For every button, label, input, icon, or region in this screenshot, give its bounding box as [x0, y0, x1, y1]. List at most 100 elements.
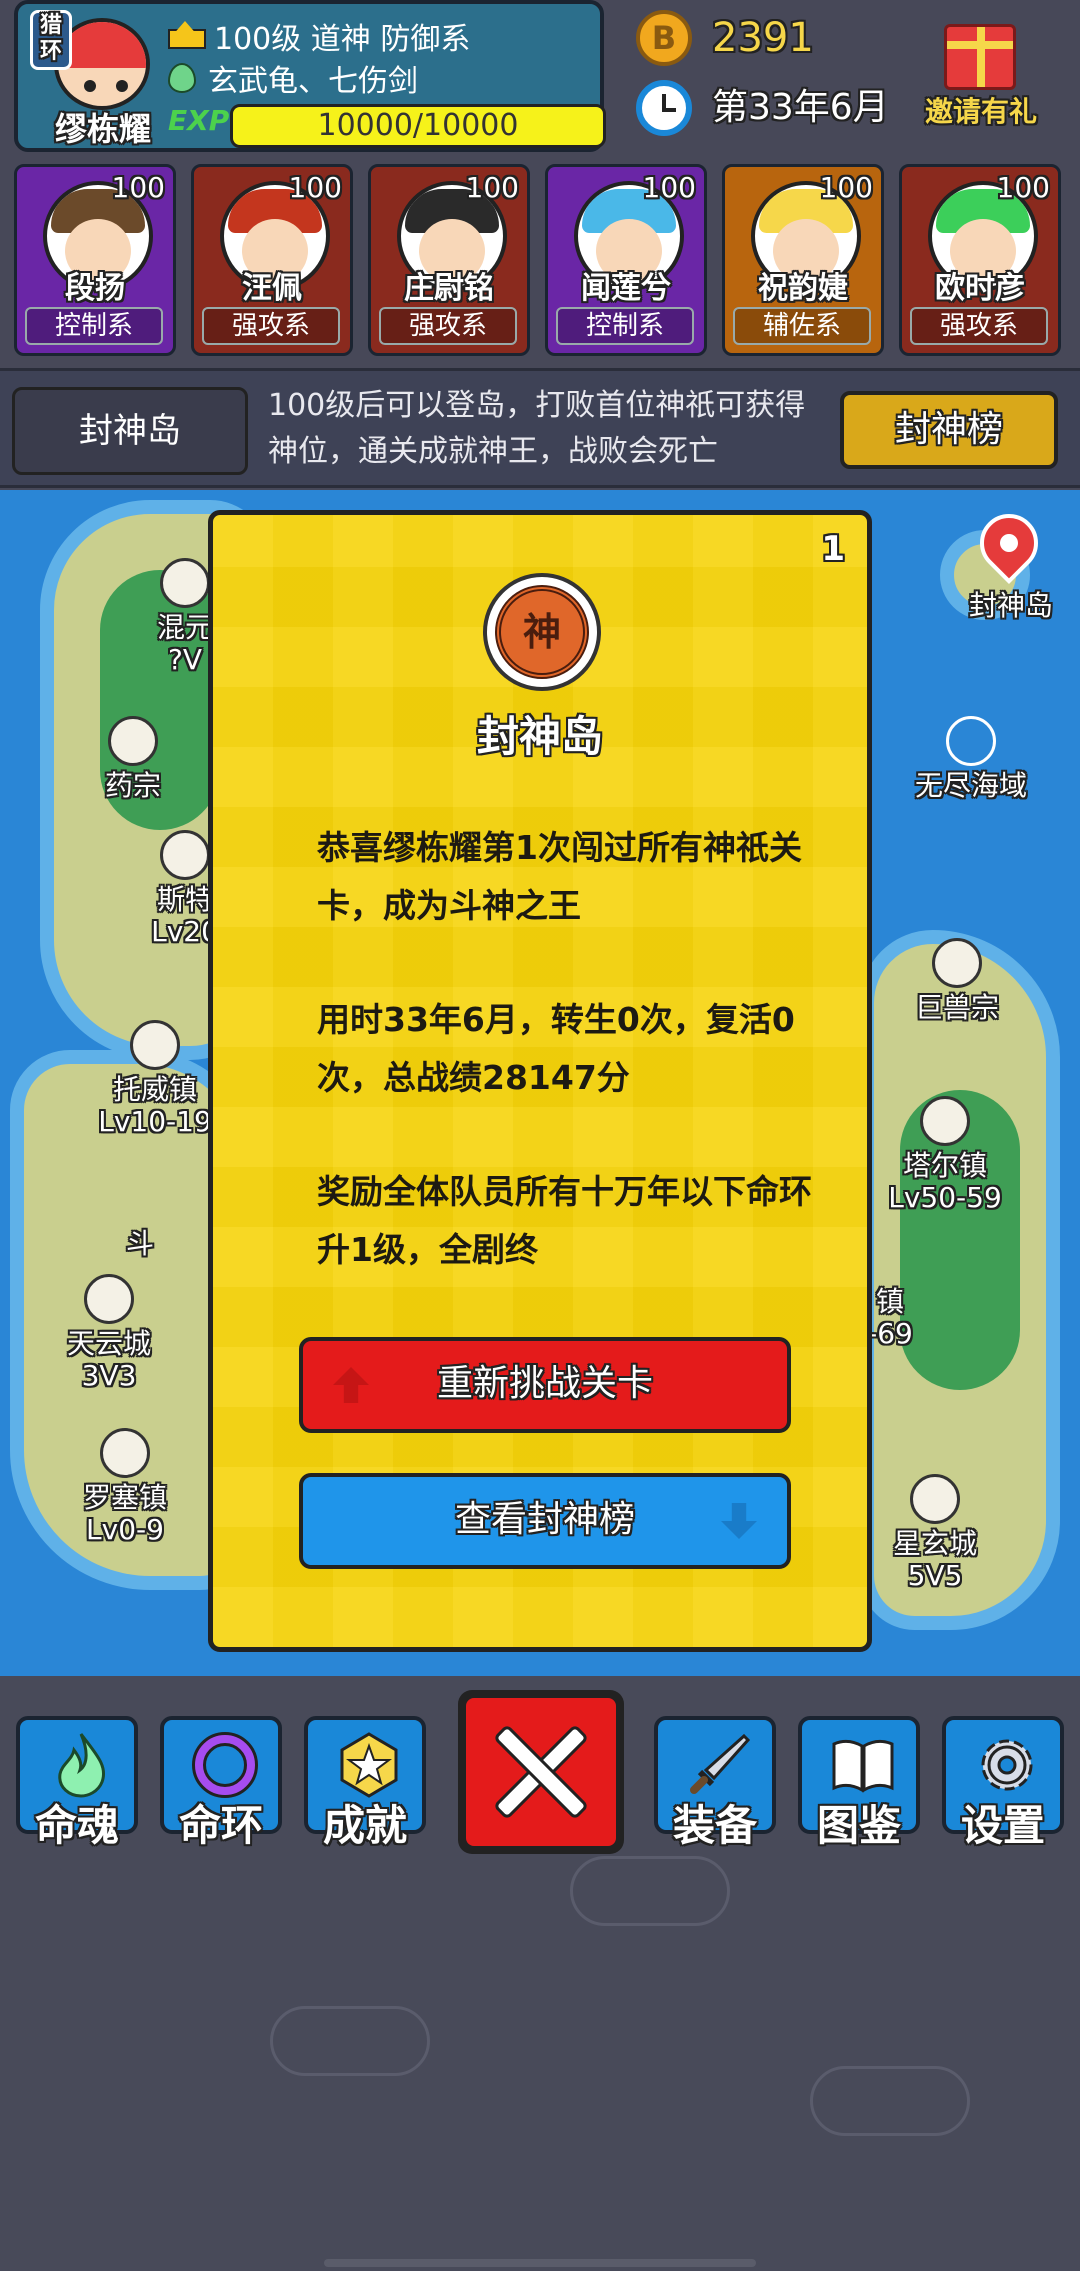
map-location[interactable]: 星玄城 5V5	[850, 1474, 1020, 1592]
member-name: 庄尉铭	[404, 271, 494, 306]
team-member-card[interactable]: 100 段扬 控制系	[14, 164, 176, 356]
map-location[interactable]: 药宗	[48, 716, 218, 802]
member-level: 100	[996, 171, 1050, 204]
castle-icon	[910, 1474, 960, 1524]
crown-icon	[168, 21, 206, 49]
team-member-card[interactable]: 100 庄尉铭 强攻系	[368, 164, 530, 356]
member-type: 强攻系	[202, 307, 340, 345]
member-name: 闻莲兮	[581, 271, 671, 306]
god-emblem-icon: 神	[483, 573, 601, 691]
coin-value: 2391	[712, 15, 814, 61]
map-location[interactable]: 罗塞镇 Lv0-9	[40, 1428, 210, 1546]
clock-icon	[636, 80, 692, 136]
invite-gift-button[interactable]: 邀请有礼	[906, 10, 1056, 130]
nav-settings-label: 设置	[960, 1801, 1045, 1850]
map-location[interactable]: 封神岛	[926, 590, 1080, 622]
game-date: 第33年6月	[712, 87, 889, 128]
member-name: 欧时彦	[935, 271, 1025, 306]
sword-icon	[690, 1733, 751, 1794]
player-soul-row: 玄武龟、七伤剑	[168, 56, 418, 100]
map-location[interactable]: 巨兽宗	[872, 938, 1042, 1024]
player-card[interactable]: 猎环 缪栋耀 100级 道神 防御系 玄武龟、七伤剑 EXP 10000/100…	[14, 0, 606, 152]
home-indicator[interactable]	[324, 2259, 756, 2267]
island-description: 100级后可以登岛，打败首位神祇可获得神位，通关成就神王，战败会死亡	[268, 388, 806, 469]
wave-icon	[946, 716, 996, 766]
coin-icon: B	[636, 10, 692, 66]
player-name: 缪栋耀	[54, 110, 151, 148]
castle-icon	[84, 1274, 134, 1324]
nav-codex-label: 图鉴	[816, 1801, 901, 1850]
ring-icon	[192, 1732, 258, 1798]
member-name: 段扬	[65, 271, 125, 306]
clear-count: 1	[821, 529, 845, 569]
member-type: 强攻系	[379, 307, 517, 345]
nav-soul-button[interactable]: 命魂	[16, 1716, 138, 1850]
member-level: 100	[642, 171, 696, 204]
member-level: 100	[288, 171, 342, 204]
member-level: 100	[819, 171, 873, 204]
town-icon	[100, 1428, 150, 1478]
nav-soul-label: 命魂	[34, 1801, 119, 1850]
nav-equipment-button[interactable]: 装备	[654, 1716, 776, 1850]
exp-bar: 10000/10000	[230, 104, 606, 148]
nav-ring-button[interactable]: 命环	[160, 1716, 282, 1850]
castle-icon	[160, 558, 210, 608]
soul-flame-icon	[58, 1733, 105, 1798]
arrow-up-icon	[333, 1367, 369, 1403]
nav-ring-label: 命环	[178, 1801, 263, 1850]
member-level: 100	[465, 171, 519, 204]
team-member-card[interactable]: 100 欧时彦 强攻系	[899, 164, 1061, 356]
gift-icon	[944, 24, 1016, 90]
member-type: 控制系	[25, 307, 163, 345]
arrow-down-icon	[721, 1503, 757, 1539]
gear-icon	[981, 1739, 1033, 1791]
dialog-paragraph-stats: 用时33年6月，转生0次，复活0次，总战绩28147分	[317, 1000, 795, 1097]
nav-achievement-button[interactable]: 成就	[304, 1716, 426, 1850]
island-name: 封神岛	[12, 387, 248, 475]
header: 猎环 缪栋耀 100级 道神 防御系 玄武龟、七伤剑 EXP 10000/100…	[0, 0, 1080, 160]
retry-stage-button[interactable]: 重新挑战关卡	[299, 1337, 791, 1433]
map-location[interactable]: 天云城 3V3	[24, 1274, 194, 1392]
rank-list-button[interactable]: 封神榜	[840, 391, 1058, 469]
cloud-decoration	[270, 2006, 430, 2076]
member-type: 辅佐系	[733, 307, 871, 345]
soul-flame-icon	[168, 63, 196, 93]
emblem-glyph: 神	[495, 585, 589, 679]
map-location[interactable]: 塔尔镇 Lv50-59	[860, 1096, 1030, 1214]
nav-codex-button[interactable]: 图鉴	[798, 1716, 920, 1850]
team-row: 100 段扬 控制系 100 汪佩 强攻系 100 庄尉铭 强攻系 100 闻莲…	[14, 164, 1066, 356]
member-level: 100	[111, 171, 165, 204]
exp-text: 10000/10000	[317, 108, 519, 143]
team-member-card[interactable]: 100 汪佩 强攻系	[191, 164, 353, 356]
sect-icon	[932, 938, 982, 988]
town-icon	[160, 830, 210, 880]
victory-dialog: 1 神 封神岛 恭喜缪栋耀第1次闯过所有神祇关卡，成为斗神之王 用时33年6月，…	[208, 510, 872, 1652]
nav-settings-button[interactable]: 设置	[942, 1716, 1064, 1850]
gift-label: 邀请有礼	[924, 95, 1037, 128]
member-type: 控制系	[556, 307, 694, 345]
book-icon	[832, 1739, 894, 1793]
hunt-badge: 猎环	[30, 10, 72, 70]
star-badge-icon	[340, 1732, 398, 1798]
view-rank-button[interactable]: 查看封神榜	[299, 1473, 791, 1569]
cloud-decoration	[570, 1856, 730, 1926]
dialog-paragraph-congrats: 恭喜缪栋耀第1次闯过所有神祇关卡，成为斗神之王	[317, 828, 802, 925]
player-level-row: 100级 道神 防御系	[168, 14, 470, 58]
sect-icon	[108, 716, 158, 766]
player-level-text: 100级 道神 防御系	[214, 22, 471, 57]
map-location[interactable]: 斗	[110, 1228, 170, 1260]
exp-icon: EXP	[168, 104, 230, 137]
team-member-card[interactable]: 100 祝韵婕 辅佐系	[722, 164, 884, 356]
member-name: 祝韵婕	[758, 271, 848, 306]
map-location[interactable]: 无尽海域	[886, 716, 1056, 802]
cloud-decoration	[810, 2066, 970, 2136]
team-member-card[interactable]: 100 闻莲兮 控制系	[545, 164, 707, 356]
nav-equipment-label: 装备	[672, 1801, 757, 1850]
close-button[interactable]	[458, 1690, 624, 1854]
nav-achievement-label: 成就	[322, 1801, 407, 1850]
player-soul-text: 玄武龟、七伤剑	[208, 64, 418, 99]
close-icon	[466, 1698, 616, 1846]
town-icon	[920, 1096, 970, 1146]
dialog-paragraph-reward: 奖励全体队员所有十万年以下命环升1级，全剧终	[317, 1172, 812, 1269]
member-name: 汪佩	[242, 271, 302, 306]
